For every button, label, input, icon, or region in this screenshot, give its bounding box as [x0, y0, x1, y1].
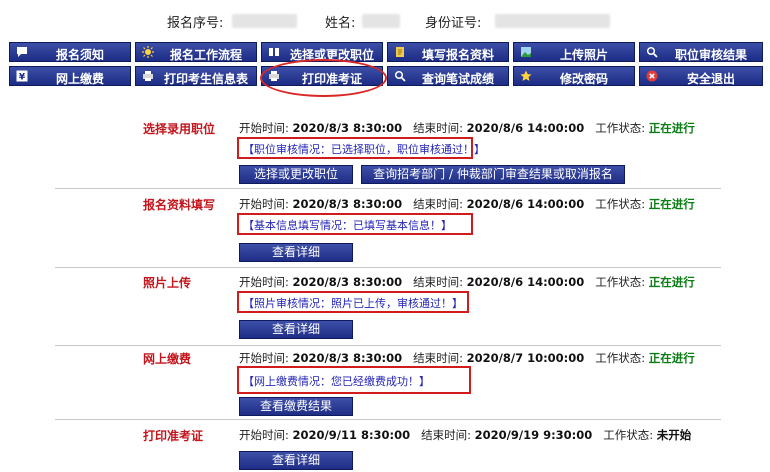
step-times: 开始时间: 2020/8/3 8:30:00 结束时间: 2020/8/6 14… — [239, 121, 695, 135]
status-badge: 正在进行 — [648, 121, 695, 135]
step-times: 开始时间: 2020/8/3 8:30:00 结束时间: 2020/8/6 14… — [239, 275, 695, 289]
nav-print-info-button[interactable]: 打印考生信息表 — [135, 66, 257, 86]
divider — [55, 419, 721, 420]
view-payment-result-button[interactable]: 查看缴费结果 — [239, 397, 353, 416]
status-badge: 正在进行 — [648, 351, 695, 365]
step-times: 开始时间: 2020/9/11 8:30:00 结束时间: 2020/9/19 … — [239, 428, 692, 442]
highlight-annotation — [260, 59, 387, 97]
applicant-info-bar: 报名序号: 姓名: 身份证号: — [0, 10, 770, 31]
id-redacted — [495, 14, 610, 28]
reg-no-redacted — [232, 14, 297, 28]
name-redacted — [362, 14, 400, 28]
nav-upload-photo-button[interactable]: 上传照片 — [513, 42, 635, 62]
speech-bubble-icon — [17, 47, 27, 57]
query-review-result-button[interactable]: 查询招考部门 / 仲裁部门审查结果或取消报名 — [361, 165, 625, 184]
nav-exam-score-button[interactable]: 查询笔试成绩 — [387, 66, 509, 86]
status-badge: 未开始 — [656, 428, 692, 442]
step-times: 开始时间: 2020/8/3 8:30:00 结束时间: 2020/8/7 10… — [239, 351, 695, 365]
printer-icon — [143, 71, 153, 81]
nav-logout-button[interactable]: 安全退出 — [639, 66, 763, 86]
notebook-icon — [396, 47, 404, 57]
step-note: 【照片审核情况：照片已上传，审核通过！】 — [237, 291, 469, 313]
divider — [55, 345, 721, 346]
step-title: 报名资料填写 — [143, 198, 216, 212]
step-title: 选择录用职位 — [143, 122, 216, 136]
yen-icon: ¥ — [16, 70, 28, 82]
nav-change-password-button[interactable]: 修改密码 — [513, 66, 635, 86]
view-details-button[interactable]: 查看详细 — [239, 451, 353, 470]
divider — [55, 267, 721, 268]
view-details-button[interactable]: 查看详细 — [239, 243, 353, 262]
step-title: 网上缴费 — [143, 352, 192, 366]
nav-review-result-button[interactable]: 职位审核结果 — [639, 42, 763, 62]
nav-payment-button[interactable]: ¥ 网上缴费 — [9, 66, 131, 86]
nav-fill-info-button[interactable]: 填写报名资料 — [387, 42, 509, 62]
book-icon — [269, 48, 279, 56]
magnifier-icon — [646, 46, 658, 58]
exit-icon — [646, 70, 658, 82]
step-note: 【基本信息填写情况：已填写基本信息！】 — [237, 213, 473, 235]
step-note: 【职位审核情况：已选择职位，职位审核通过！】 — [237, 137, 485, 159]
reg-no-label: 报名序号: — [167, 16, 224, 31]
main-nav: 报名须知 报名工作流程 选择或更改职位 填写报名资料 上传照片 职位审核结果 ¥… — [9, 42, 763, 89]
sun-icon — [142, 46, 154, 58]
status-badge: 正在进行 — [648, 197, 695, 211]
status-badge: 正在进行 — [648, 275, 695, 289]
step-note: 【网上缴费情况：您已经缴费成功！】 — [237, 366, 471, 394]
star-icon — [520, 70, 532, 81]
id-label: 身份证号: — [425, 16, 482, 31]
picture-icon — [521, 47, 531, 57]
view-details-button[interactable]: 查看详细 — [239, 320, 353, 339]
step-times: 开始时间: 2020/8/3 8:30:00 结束时间: 2020/8/6 14… — [239, 197, 695, 211]
step-title: 打印准考证 — [143, 429, 204, 443]
nav-notice-button[interactable]: 报名须知 — [9, 42, 131, 62]
name-label: 姓名: — [325, 16, 356, 31]
magnifier-icon — [394, 70, 406, 82]
divider — [55, 188, 721, 189]
svg-text:¥: ¥ — [19, 73, 26, 83]
step-title: 照片上传 — [143, 276, 192, 290]
select-change-position-button[interactable]: 选择或更改职位 — [239, 165, 353, 184]
nav-workflow-button[interactable]: 报名工作流程 — [135, 42, 257, 62]
